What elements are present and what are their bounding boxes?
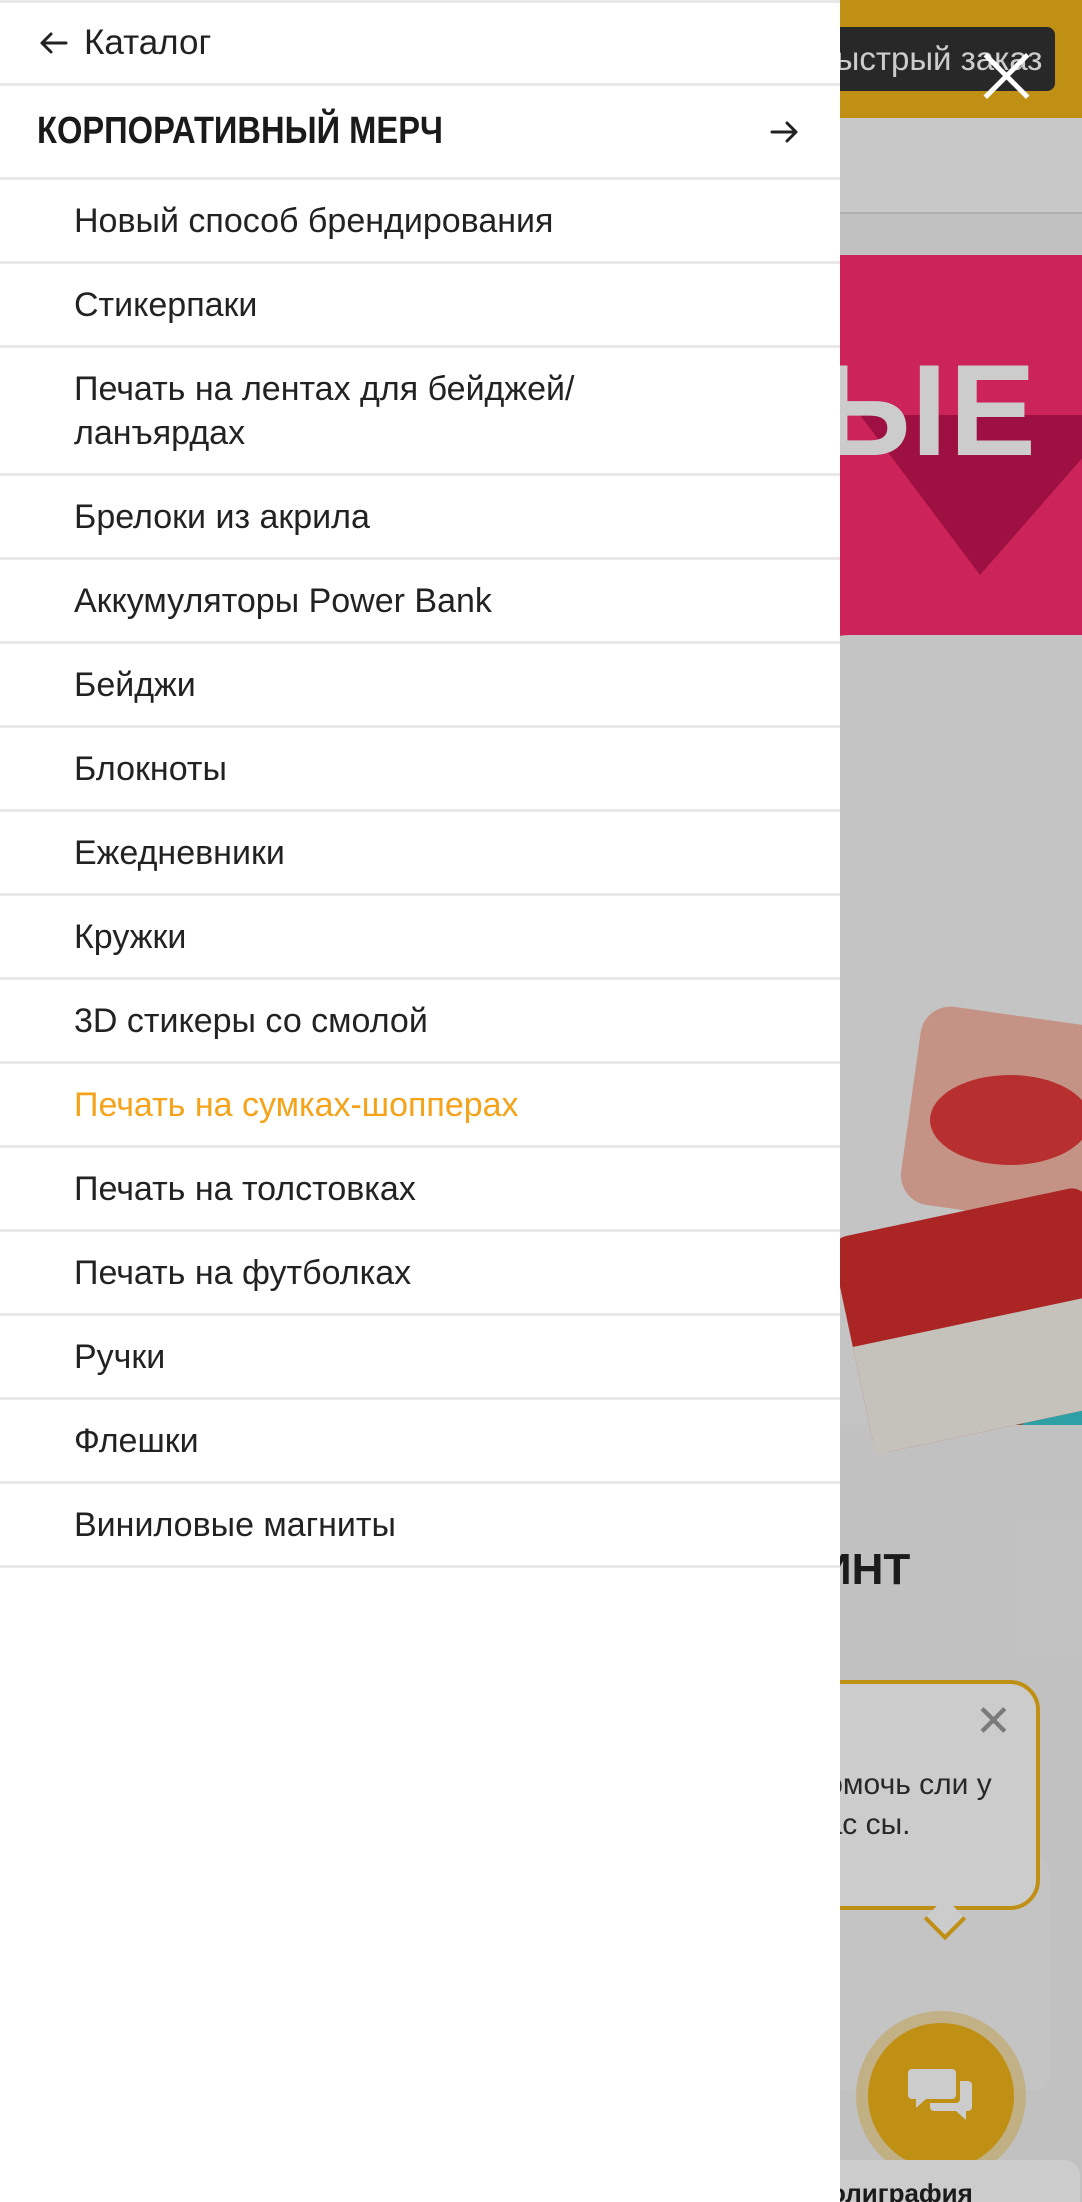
- menu-item-label: Стикерпаки: [74, 285, 258, 324]
- category-menu: Новый способ брендирования Стикерпаки Пе…: [0, 180, 840, 1568]
- menu-item-label: 3D стикеры со смолой: [74, 1001, 428, 1040]
- menu-item-label: Виниловые магниты: [74, 1505, 396, 1544]
- arrow-right-icon: [770, 121, 798, 142]
- menu-item[interactable]: Печать на толстовках: [0, 1148, 840, 1232]
- menu-item-label: Флешки: [74, 1421, 199, 1460]
- menu-item-label: Печать на лентах для бейджей/ ланъярдах: [74, 369, 575, 452]
- menu-item-label: Печать на футболках: [74, 1253, 412, 1292]
- menu-item[interactable]: Блокноты: [0, 728, 840, 812]
- menu-item[interactable]: Виниловые магниты: [0, 1484, 840, 1568]
- menu-item-label: Новый способ брендирования: [74, 201, 554, 240]
- arrow-left-icon: [40, 32, 68, 54]
- menu-item-label: Аккумуляторы Power Bank: [74, 581, 492, 620]
- menu-item[interactable]: Ручки: [0, 1316, 840, 1400]
- menu-item-label: Печать на сумках-шопперах: [74, 1085, 519, 1124]
- menu-item[interactable]: Печать на футболках: [0, 1232, 840, 1316]
- menu-item-label: Ручки: [74, 1337, 166, 1376]
- menu-item-active[interactable]: Печать на сумках-шопперах: [0, 1064, 840, 1148]
- close-icon[interactable]: [980, 50, 1032, 102]
- menu-item[interactable]: Кружки: [0, 896, 840, 980]
- menu-item[interactable]: Новый способ брендирования: [0, 180, 840, 264]
- menu-item[interactable]: Брелоки из акрила: [0, 476, 840, 560]
- menu-item-label: Кружки: [74, 917, 187, 956]
- menu-item[interactable]: Печать на лентах для бейджей/ ланъярдах: [0, 348, 840, 476]
- menu-item[interactable]: Ежедневники: [0, 812, 840, 896]
- menu-item[interactable]: Флешки: [0, 1400, 840, 1484]
- menu-item[interactable]: Бейджи: [0, 644, 840, 728]
- menu-item[interactable]: Стикерпаки: [0, 264, 840, 348]
- section-title: КОРПОРАТИВНЫЙ МЕРЧ: [37, 110, 443, 152]
- menu-item-label: Печать на толстовках: [74, 1169, 416, 1208]
- catalog-drawer: Каталог КОРПОРАТИВНЫЙ МЕРЧ Новый способ …: [0, 0, 840, 2202]
- menu-item-label: Блокноты: [74, 749, 227, 788]
- catalog-back-button[interactable]: Каталог: [0, 0, 840, 86]
- catalog-back-label: Каталог: [84, 23, 212, 62]
- section-header-corporate-merch[interactable]: КОРПОРАТИВНЫЙ МЕРЧ: [0, 86, 840, 180]
- menu-item[interactable]: 3D стикеры со смолой: [0, 980, 840, 1064]
- menu-item-label: Брелоки из акрила: [74, 497, 370, 536]
- menu-item[interactable]: Аккумуляторы Power Bank: [0, 560, 840, 644]
- menu-item-label: Бейджи: [74, 665, 196, 704]
- menu-item-label: Ежедневники: [74, 833, 285, 872]
